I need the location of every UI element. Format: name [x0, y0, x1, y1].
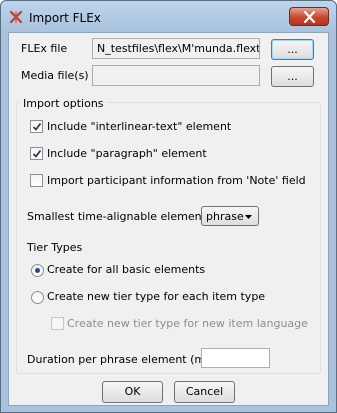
import-options-group	[16, 102, 321, 374]
title-bar[interactable]: Import FLEx	[1, 1, 336, 32]
dialog-content: FLEx file N_testfiles\flex\M'munda.flext…	[8, 32, 329, 406]
smallest-element-label: Smallest time-alignable element	[27, 210, 206, 223]
cancel-button[interactable]: Cancel	[174, 381, 235, 403]
flex-file-browse-button[interactable]: ...	[271, 39, 314, 60]
media-files-browse-button[interactable]: ...	[271, 66, 314, 87]
duration-label: Duration per phrase element (ms)	[27, 353, 216, 366]
tier-types-label: Tier Types	[27, 241, 83, 254]
import-flex-dialog: Import FLEx FLEx file N_testfiles\flex\M…	[0, 0, 337, 413]
ok-button[interactable]: OK	[102, 381, 163, 403]
media-files-field[interactable]	[92, 65, 260, 86]
create-new-per-item-label[interactable]: Create new tier type for each item type	[47, 290, 265, 303]
include-paragraph-label[interactable]: Include "paragraph" element	[47, 147, 207, 160]
create-basic-radio[interactable]	[31, 264, 44, 277]
include-interlinear-label[interactable]: Include "interlinear-text" element	[47, 120, 231, 133]
duration-input[interactable]	[201, 348, 270, 368]
create-basic-label[interactable]: Create for all basic elements	[47, 263, 205, 276]
create-new-per-language-label[interactable]: Create new tier type for new item langua…	[67, 317, 308, 330]
import-participant-checkbox[interactable]	[30, 174, 43, 187]
dialog-title: Import FLEx	[29, 11, 101, 25]
smallest-element-select[interactable]: phrase	[201, 206, 259, 226]
checkmark-icon	[32, 149, 42, 158]
import-participant-label[interactable]: Import participant information from 'Not…	[47, 174, 306, 187]
include-interlinear-checkbox[interactable]	[30, 120, 43, 133]
flex-file-field[interactable]: N_testfiles\flex\M'munda.flextext	[92, 38, 260, 59]
chevron-down-icon	[245, 215, 252, 219]
smallest-element-value: phrase	[206, 210, 244, 223]
radio-selected-dot	[35, 268, 40, 273]
close-icon	[303, 11, 316, 23]
elan-icon	[9, 10, 23, 24]
include-paragraph-checkbox[interactable]	[30, 147, 43, 160]
checkmark-icon	[32, 122, 42, 131]
create-new-per-item-radio[interactable]	[31, 291, 44, 304]
media-files-label: Media file(s)	[21, 69, 89, 82]
create-new-per-language-checkbox[interactable]	[51, 317, 64, 330]
close-button[interactable]	[289, 7, 329, 26]
flex-file-label: FLEx file	[21, 42, 68, 55]
import-options-title: Import options	[20, 97, 107, 110]
